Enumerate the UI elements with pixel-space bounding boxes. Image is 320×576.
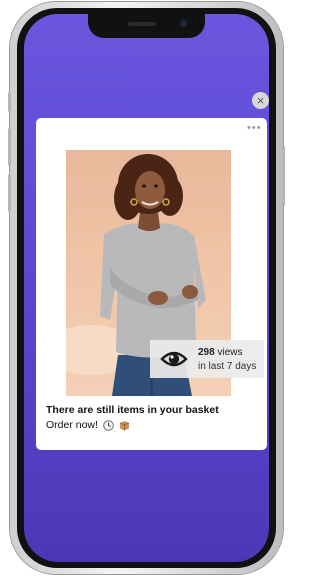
phone-volume-up-button <box>8 128 11 166</box>
clock-icon <box>103 419 114 431</box>
subline: Order now! <box>46 419 130 431</box>
speaker <box>128 22 156 26</box>
views-label: views <box>217 347 243 358</box>
phone-side-button <box>8 92 11 112</box>
eye-icon <box>160 351 188 367</box>
views-badge: 298 views in last 7 days <box>150 340 264 378</box>
close-button[interactable]: × <box>252 92 269 109</box>
views-count-text: 298 views <box>198 347 242 358</box>
subline-text: Order now! <box>46 419 98 431</box>
notch <box>88 14 205 38</box>
package-icon <box>119 420 129 431</box>
views-period: in last 7 days <box>198 361 257 372</box>
headline: There are still items in your basket <box>46 404 219 416</box>
views-count: 298 <box>198 347 215 358</box>
phone-screen: × ••• 298 views in last 7 days There are… <box>24 14 269 562</box>
phone-volume-down-button <box>8 174 11 212</box>
more-horizontal-icon: ••• <box>247 122 262 134</box>
more-options-button[interactable]: ••• <box>247 122 262 134</box>
close-icon: × <box>256 93 265 108</box>
phone-power-button <box>282 146 285 206</box>
popup-card: ••• 298 views in last 7 days There are s… <box>36 118 267 450</box>
front-camera <box>180 20 187 27</box>
